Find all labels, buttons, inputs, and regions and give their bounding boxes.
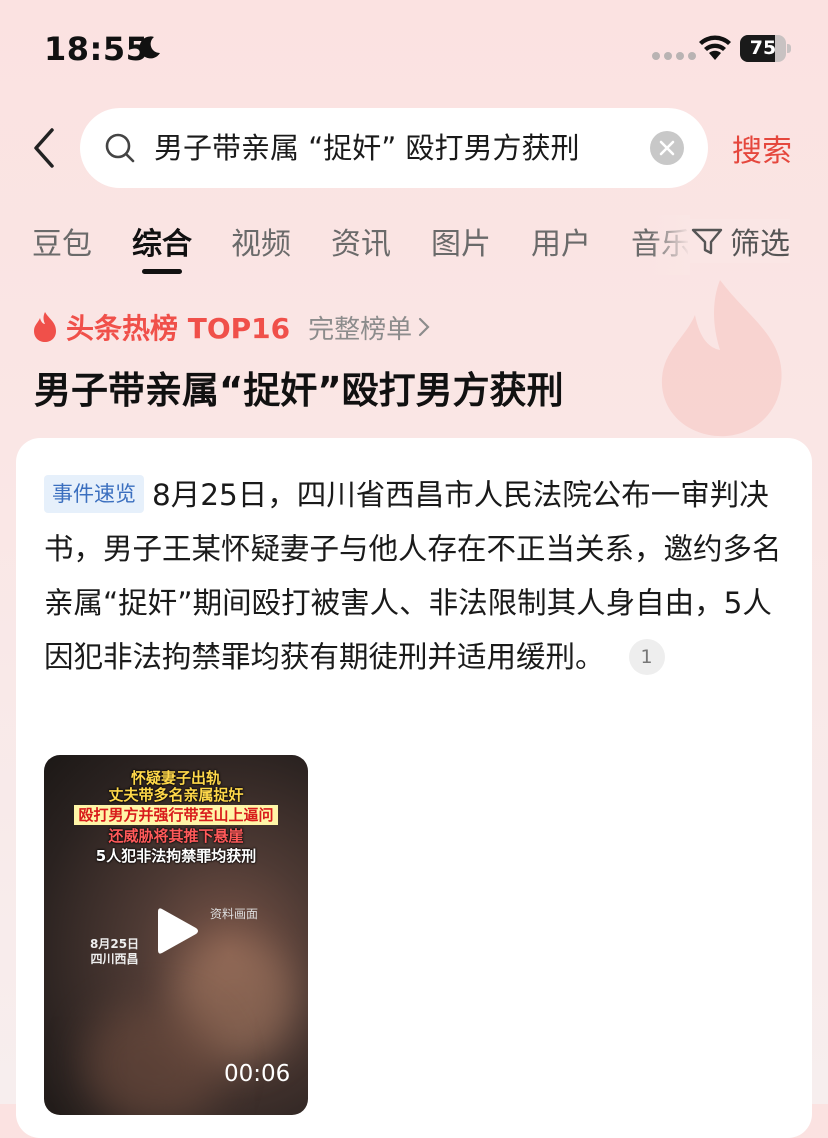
tabs-fade xyxy=(650,215,690,275)
battery-percent: 75 xyxy=(749,37,777,59)
tab-users[interactable]: 用户 xyxy=(531,219,591,263)
battery-icon: 75 xyxy=(740,35,792,62)
tab-comprehensive[interactable]: 综合 xyxy=(132,219,192,263)
category-tabs: 豆包 综合 视频 资讯 图片 用户 音乐 筛选 xyxy=(0,215,828,275)
topic-title[interactable]: 男子带亲属“捉奸”殴打男方获刑 xyxy=(34,360,564,414)
reference-badge[interactable]: 1 xyxy=(628,639,665,675)
event-card: 事件速览 8月25日，四川省西昌市人民法院公布一审判决书，男子王某怀疑妻子与他人存… xyxy=(16,438,812,1138)
flame-icon xyxy=(34,312,56,342)
filter-label: 筛选 xyxy=(730,227,790,262)
video-caption-line: 5人犯非法拘禁罪均获刑 xyxy=(95,847,257,865)
back-icon[interactable] xyxy=(28,126,62,170)
event-badge: 事件速览 xyxy=(44,475,144,513)
decorative-flame-icon xyxy=(661,280,782,437)
video-date-line: 8月25日 xyxy=(90,937,140,951)
tab-images[interactable]: 图片 xyxy=(431,219,491,263)
moon-icon xyxy=(139,36,160,59)
full-list-link[interactable]: 完整榜单 xyxy=(308,309,412,346)
video-location-line: 四川西昌 xyxy=(90,952,139,966)
search-input[interactable]: 男子带亲属 “捉奸” 殴打男方获刑 xyxy=(154,108,580,188)
video-caption-line: 殴打男方并强行带至山上逼问 xyxy=(44,805,308,825)
close-icon xyxy=(659,140,675,156)
tab-news[interactable]: 资讯 xyxy=(331,219,391,263)
video-watermark: 资料画面 xyxy=(210,907,259,921)
search-button[interactable]: 搜索 xyxy=(732,126,792,170)
signal-icon xyxy=(652,52,696,60)
tab-doubao[interactable]: 豆包 xyxy=(32,219,92,263)
play-icon[interactable] xyxy=(156,905,200,957)
filter-icon xyxy=(691,228,723,255)
hot-list-header[interactable]: 头条热榜 TOP16 完整榜单 xyxy=(32,307,430,347)
search-box[interactable]: 男子带亲属 “捉奸” 殴打男方获刑 xyxy=(80,108,708,188)
video-duration: 00:06 xyxy=(224,1061,291,1087)
search-icon xyxy=(105,133,135,163)
status-bar: 18:55 75 xyxy=(0,0,828,100)
video-caption-highlight: 殴打男方并强行带至山上逼问 xyxy=(74,805,278,825)
video-caption-line: 还威胁将其推下悬崖 xyxy=(108,827,244,845)
wifi-icon xyxy=(699,35,731,60)
filter-button[interactable]: 筛选 xyxy=(688,219,790,263)
active-tab-indicator xyxy=(142,269,182,274)
status-time: 18:55 xyxy=(44,30,149,68)
tab-video[interactable]: 视频 xyxy=(231,219,291,263)
event-text: 8月25日，四川省西昌市人民法院公布一审判决书，男子王某怀疑妻子与他人存在不正当… xyxy=(44,478,782,674)
chevron-right-icon xyxy=(419,317,430,337)
video-date: 8月25日 四川西昌 xyxy=(90,937,139,967)
clear-search-button[interactable] xyxy=(650,131,684,165)
video-caption-line: 怀疑妻子出轨 xyxy=(130,769,221,787)
video-blur-shape xyxy=(84,1005,224,1115)
video-thumbnail[interactable]: 怀疑妻子出轨 丈夫带多名亲属捉奸 殴打男方并强行带至山上逼问 还威胁将其推下悬崖… xyxy=(44,755,308,1115)
video-caption-line: 丈夫带多名亲属捉奸 xyxy=(108,786,244,804)
hot-list-label: 头条热榜 TOP16 xyxy=(66,312,291,345)
event-summary: 事件速览 8月25日，四川省西昌市人民法院公布一审判决书，男子王某怀疑妻子与他人存… xyxy=(44,468,784,684)
